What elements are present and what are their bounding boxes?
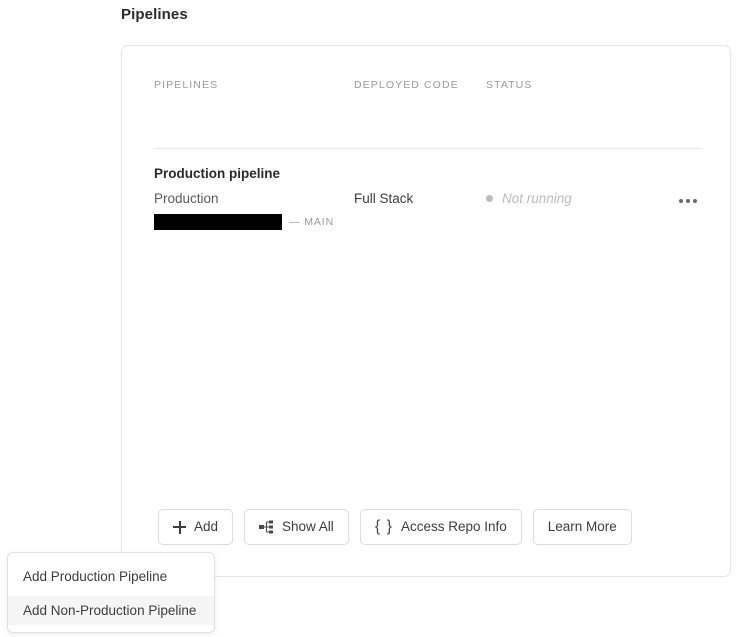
menu-item-add-production-pipeline[interactable]: Add Production Pipeline [8,562,214,591]
sitemap-icon [259,520,274,534]
pipelines-card: PIPELINES DEPLOYED CODE STATUS Productio… [121,45,731,577]
header-divider [154,148,702,149]
status-label: Not running [502,191,572,206]
dot-icon [686,199,690,203]
status-dot-icon [486,195,493,202]
learn-more-button-label: Learn More [547,519,617,535]
column-header-status: STATUS [486,79,533,91]
branch-label: — MAIN [289,216,335,228]
access-repo-info-button-label: Access Repo Info [400,519,507,535]
pipeline-name: Production pipeline [154,166,281,181]
add-button-label: Add [194,519,219,535]
table-row[interactable]: Production pipeline Production Full Stac… [154,166,714,240]
row-overflow-menu-button[interactable] [671,191,705,211]
show-all-button-label: Show All [282,519,334,535]
curly-braces-icon: { } [374,518,393,535]
dot-icon [679,199,683,203]
card-action-bar: Add Show All { } Access Repo Info Learn … [158,509,632,545]
learn-more-button[interactable]: Learn More [532,509,632,545]
show-all-button[interactable]: Show All [244,509,349,545]
page-title: Pipelines [121,6,188,23]
column-header-pipelines: PIPELINES [154,79,219,91]
table-header-row: PIPELINES DEPLOYED CODE STATUS [154,46,700,98]
pipelines-page: Pipelines PIPELINES DEPLOYED CODE STATUS… [0,0,750,637]
dot-icon [693,199,697,203]
pipeline-deployed-code: Full Stack [354,191,414,206]
add-button[interactable]: Add [158,509,234,545]
pipeline-environment: Production [154,191,219,206]
redacted-repo-name [154,214,282,230]
pipeline-repo-branch: — MAIN [154,214,334,230]
pipelines-table: PIPELINES DEPLOYED CODE STATUS [154,46,700,98]
access-repo-info-button[interactable]: { } Access Repo Info [359,509,522,545]
add-pipeline-dropdown-menu: Add Production Pipeline Add Non-Producti… [7,552,215,633]
column-header-deployed-code: DEPLOYED CODE [354,79,459,91]
status-badge: Not running [486,191,572,206]
menu-item-add-non-production-pipeline[interactable]: Add Non-Production Pipeline [8,596,214,625]
plus-icon [173,520,186,534]
